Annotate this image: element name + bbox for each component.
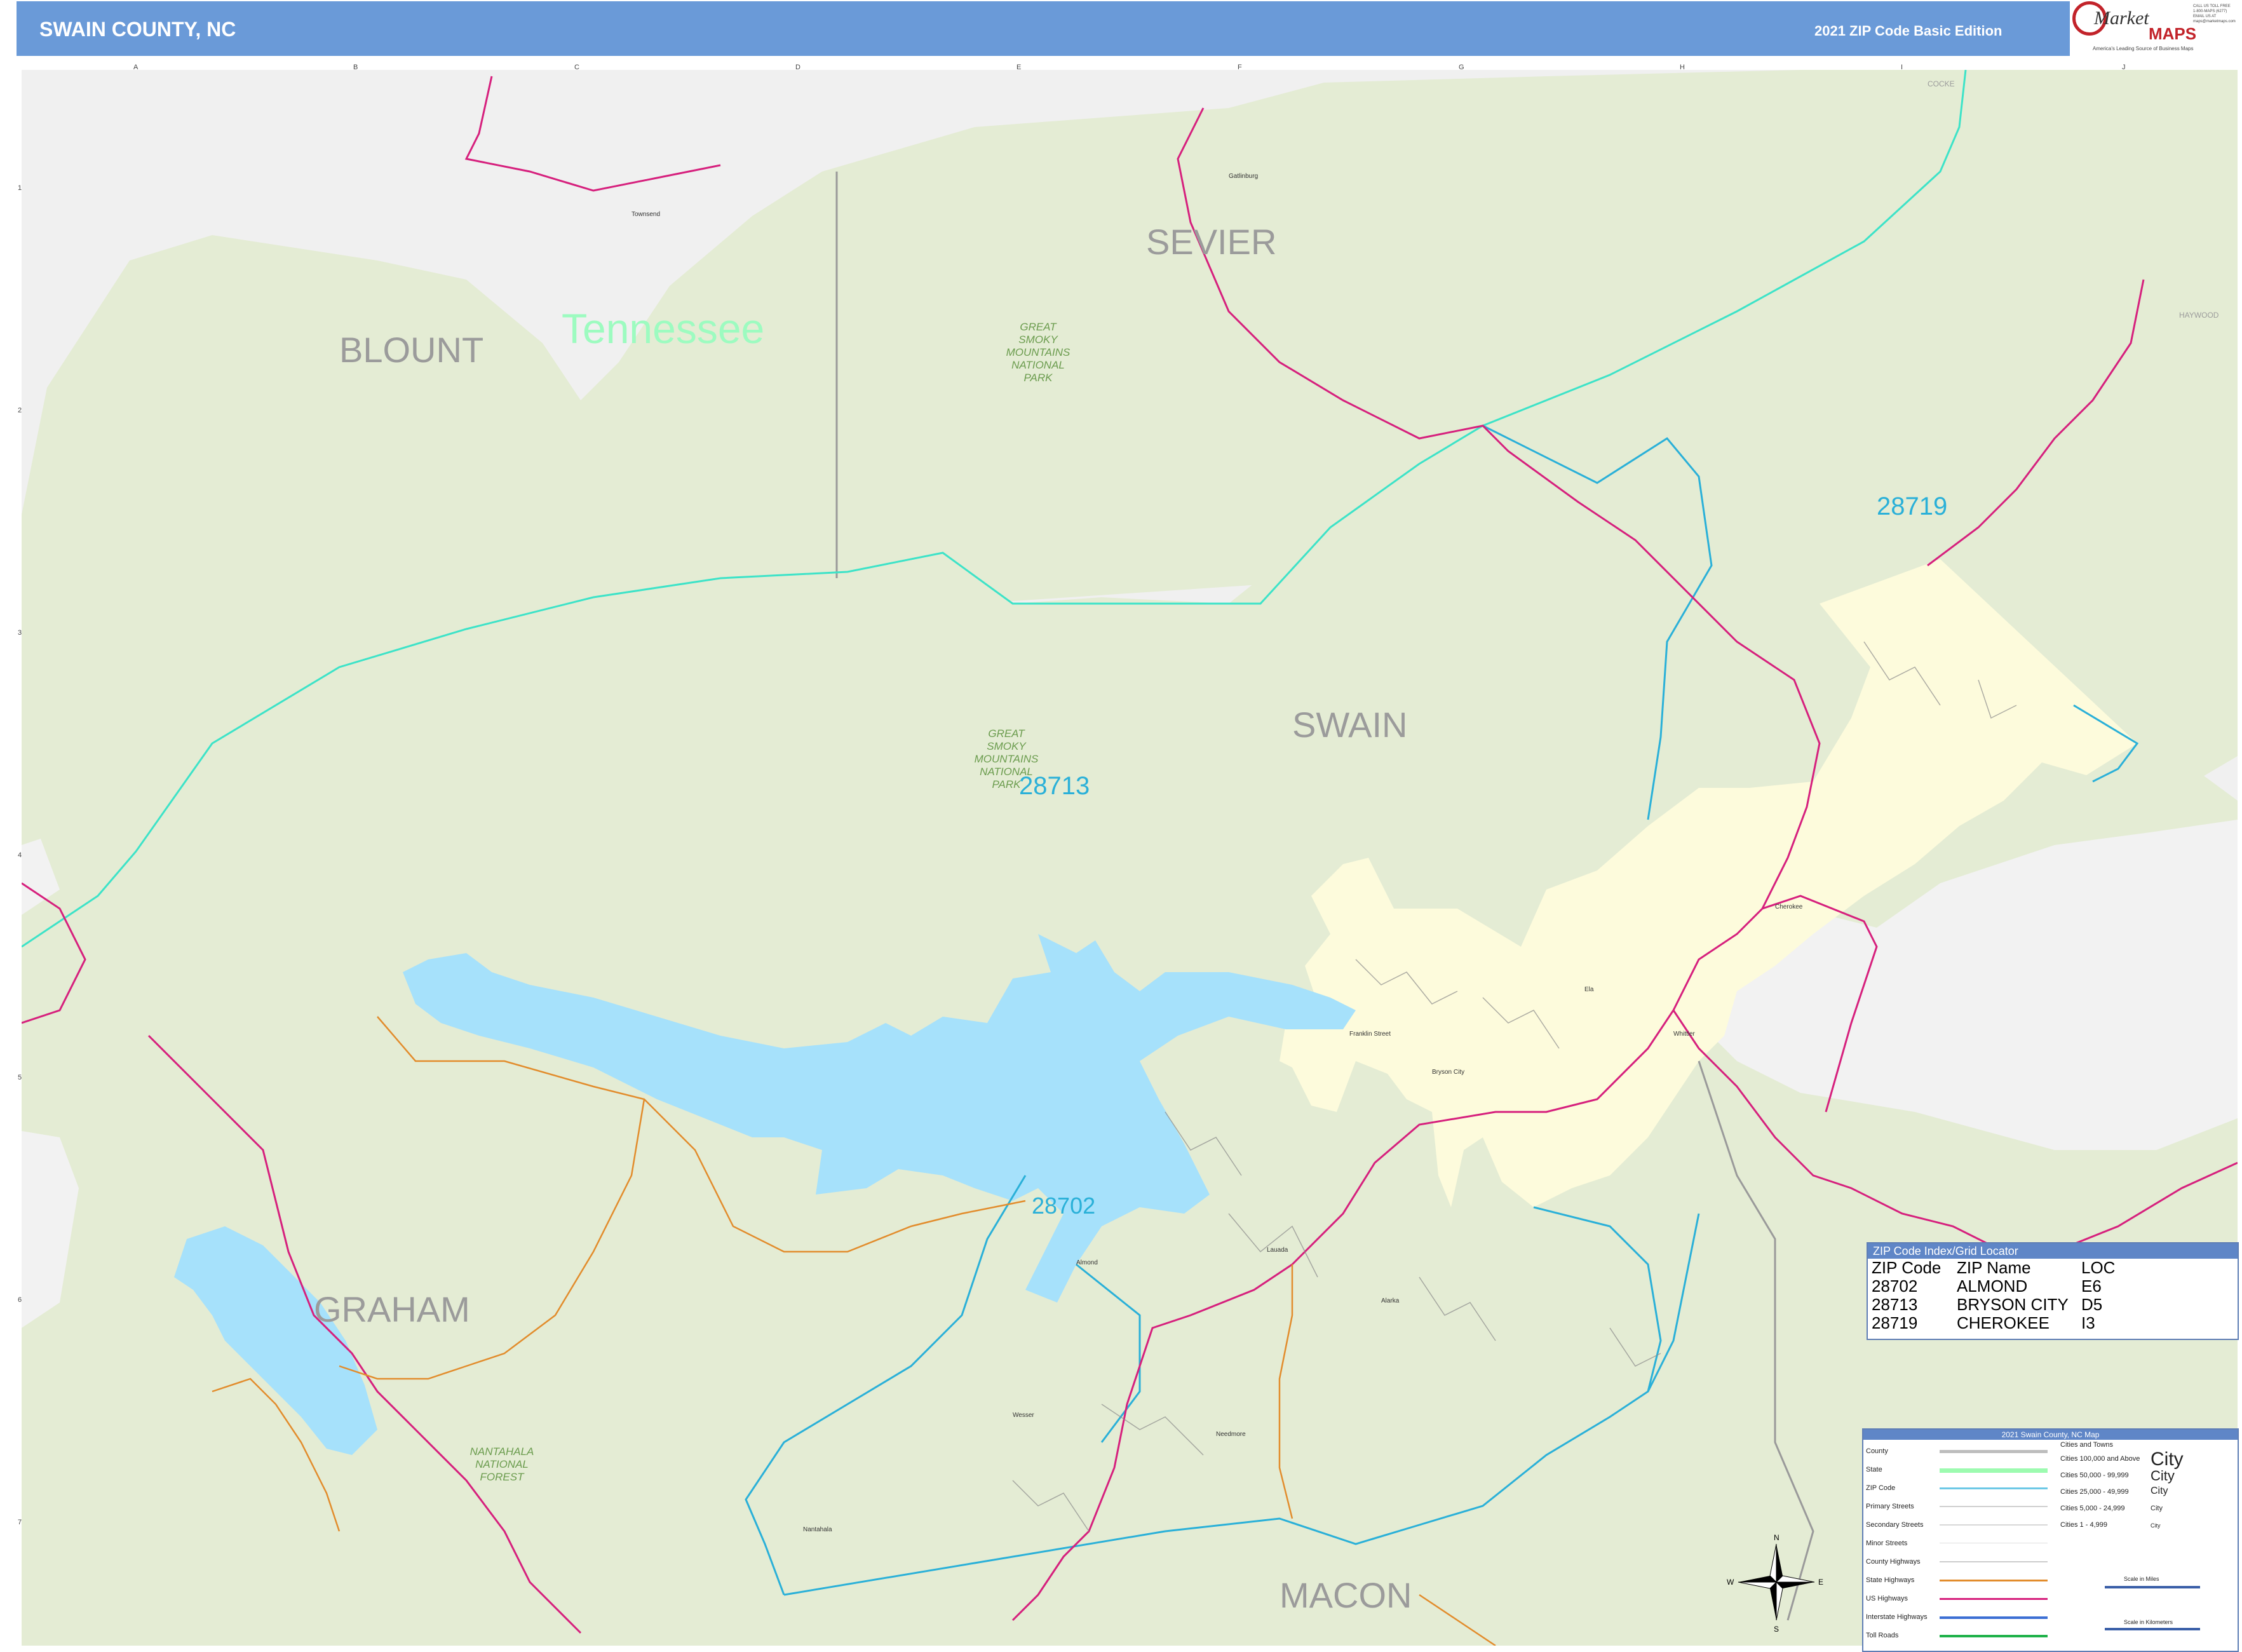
county-label-sevier: SEVIER [1146,222,1276,262]
svg-text:Lauada: Lauada [1267,1247,1288,1254]
legend-item: ZIP Code [1866,1484,1896,1492]
market-maps-logo[interactable]: Market MAPS America's Leading Source of … [2072,1,2197,56]
svg-text:MOUNTAINS: MOUNTAINS [975,753,1039,765]
svg-text:Franklin Street: Franklin Street [1349,1031,1391,1038]
scale-km-label: Scale in Kilometers [2124,1619,2173,1625]
map-canvas[interactable]: Tennessee BLOUNT SEVIER SWAIN GRAHAM MAC… [22,70,2238,1646]
svg-text:GREAT: GREAT [1020,321,1057,333]
legend-swatch-county-hwy [1940,1561,2048,1562]
table-row[interactable]: 28713 BRYSON CITY D5 [1868,1296,2238,1314]
svg-text:Wesser: Wesser [1013,1412,1034,1419]
legend-city-class: Cities 50,000 - 99,999 [2060,1472,2129,1479]
legend-swatch-secondary [1940,1524,2048,1526]
contact-line: CALL US TOLL FREE [2193,4,2231,8]
legend-item: Interstate Highways [1866,1613,1928,1621]
svg-text:PARK: PARK [992,778,1021,790]
legend-swatch-county [1940,1450,2048,1453]
map-title: SWAIN COUNTY, NC [39,18,236,41]
svg-text:Gatlinburg: Gatlinburg [1229,173,1258,180]
legend-swatch-state [1940,1468,2048,1473]
legend-swatch-toll [1940,1635,2048,1637]
zip-label-28713[interactable]: 28713 [1019,772,1090,800]
legend-city-sample: City [2151,1468,2175,1484]
svg-text:NANTAHALA: NANTAHALA [470,1446,534,1458]
legend-city-sample: City [2151,1449,2184,1470]
svg-text:Townsend: Townsend [631,211,660,218]
legend-cities-title: Cities and Towns [2060,1441,2113,1449]
legend-city-class: Cities 5,000 - 24,999 [2060,1505,2125,1512]
legend-swatch-state-hwy [1940,1580,2048,1581]
svg-text:MOUNTAINS: MOUNTAINS [1006,346,1070,358]
legend-city-sample: City [2151,1505,2163,1512]
legend-item: State Highways [1866,1576,1915,1584]
logo-tagline: America's Leading Source of Business Map… [2093,46,2194,51]
legend-city-class: Cities 100,000 and Above [2060,1455,2140,1463]
zip-label-28702[interactable]: 28702 [1032,1193,1095,1219]
table-row[interactable]: 28702 ALMOND E6 [1868,1277,2238,1296]
county-label-haywood: HAYWOOD [2179,311,2219,320]
legend-item: State [1866,1466,1882,1473]
contact-line: 1-800-MAPS (6277) [2193,10,2227,13]
svg-text:Bryson City: Bryson City [1432,1069,1464,1076]
svg-text:NATIONAL: NATIONAL [1011,359,1065,371]
contact-line: EMAIL US AT [2193,15,2217,18]
legend-item: Secondary Streets [1866,1521,1924,1529]
contact-line: maps@marketmaps.com [2193,20,2236,24]
county-label-macon: MACON [1280,1575,1412,1615]
svg-text:GREAT: GREAT [988,728,1025,740]
svg-text:Whittier: Whittier [1673,1031,1696,1038]
svg-text:Ela: Ela [1584,986,1594,993]
county-label-blount: BLOUNT [339,330,483,370]
scale-miles-label: Scale in Miles [2124,1576,2159,1582]
svg-text:Nantahala: Nantahala [803,1526,832,1533]
svg-text:E: E [1818,1578,1823,1587]
scale-bar-miles [2105,1586,2200,1588]
header-bar: SWAIN COUNTY, NC 2021 ZIP Code Basic Edi… [17,1,2070,56]
county-label-swain: SWAIN [1292,705,1407,745]
zip-label-28719[interactable]: 28719 [1877,492,1947,520]
scale-bar-km [2105,1628,2200,1630]
svg-text:N: N [1774,1533,1779,1542]
zip-index-header: ZIP Code ZIP Name LOC [1872,1258,2116,1277]
svg-text:W: W [1727,1578,1734,1587]
county-label-graham: GRAHAM [314,1289,470,1329]
legend-city-class: Cities 1 - 4,999 [2060,1521,2107,1529]
legend-city-sample: City [2151,1486,2168,1496]
svg-text:Alarka: Alarka [1381,1297,1400,1304]
legend-city-class: Cities 25,000 - 49,999 [2060,1488,2129,1496]
table-row[interactable]: 28719 CHEROKEE I3 [1868,1314,2238,1332]
legend-item: Toll Roads [1866,1632,1899,1639]
legend-item: County [1866,1447,1888,1455]
zip-index-panel: ZIP Code Index/Grid Locator ZIP Code ZIP … [1867,1242,2239,1340]
edition-label: 2021 ZIP Code Basic Edition [1814,23,2002,39]
legend-item: Primary Streets [1866,1503,1914,1510]
svg-text:Needmore: Needmore [1216,1431,1246,1438]
legend-item: US Highways [1866,1595,1908,1602]
legend-swatch-primary [1940,1506,2048,1507]
svg-text:SMOKY: SMOKY [987,740,1027,752]
state-label-tennessee: Tennessee [562,305,764,352]
svg-text:Almond: Almond [1076,1259,1098,1266]
svg-text:PARK: PARK [1023,372,1053,384]
legend-city-sample: City [2151,1522,2161,1529]
logo-maps-text: MAPS [2149,24,2197,43]
legend-swatch-us-hwy [1940,1598,2048,1600]
legend-swatch-interstate [1940,1616,2048,1619]
county-label-cocke: COCKE [1928,79,1955,88]
legend-swatch-zip [1940,1487,2048,1489]
legend-item: Minor Streets [1866,1540,1908,1547]
zip-index-title: ZIP Code Index/Grid Locator [1868,1243,2238,1259]
contact-info: CALL US TOLL FREE 1-800-MAPS (6277) EMAI… [2193,4,2238,24]
svg-text:S: S [1774,1625,1779,1634]
logo-market-text: Market [2094,8,2149,29]
map-legend: 2021 Swain County, NC Map County State Z… [1862,1428,2239,1652]
svg-text:FOREST: FOREST [480,1471,525,1483]
svg-text:NATIONAL: NATIONAL [475,1458,529,1470]
legend-title: 2021 Swain County, NC Map [1863,1430,2238,1440]
svg-text:Cherokee: Cherokee [1775,904,1803,911]
legend-item: County Highways [1866,1558,1921,1566]
svg-text:SMOKY: SMOKY [1018,334,1058,346]
